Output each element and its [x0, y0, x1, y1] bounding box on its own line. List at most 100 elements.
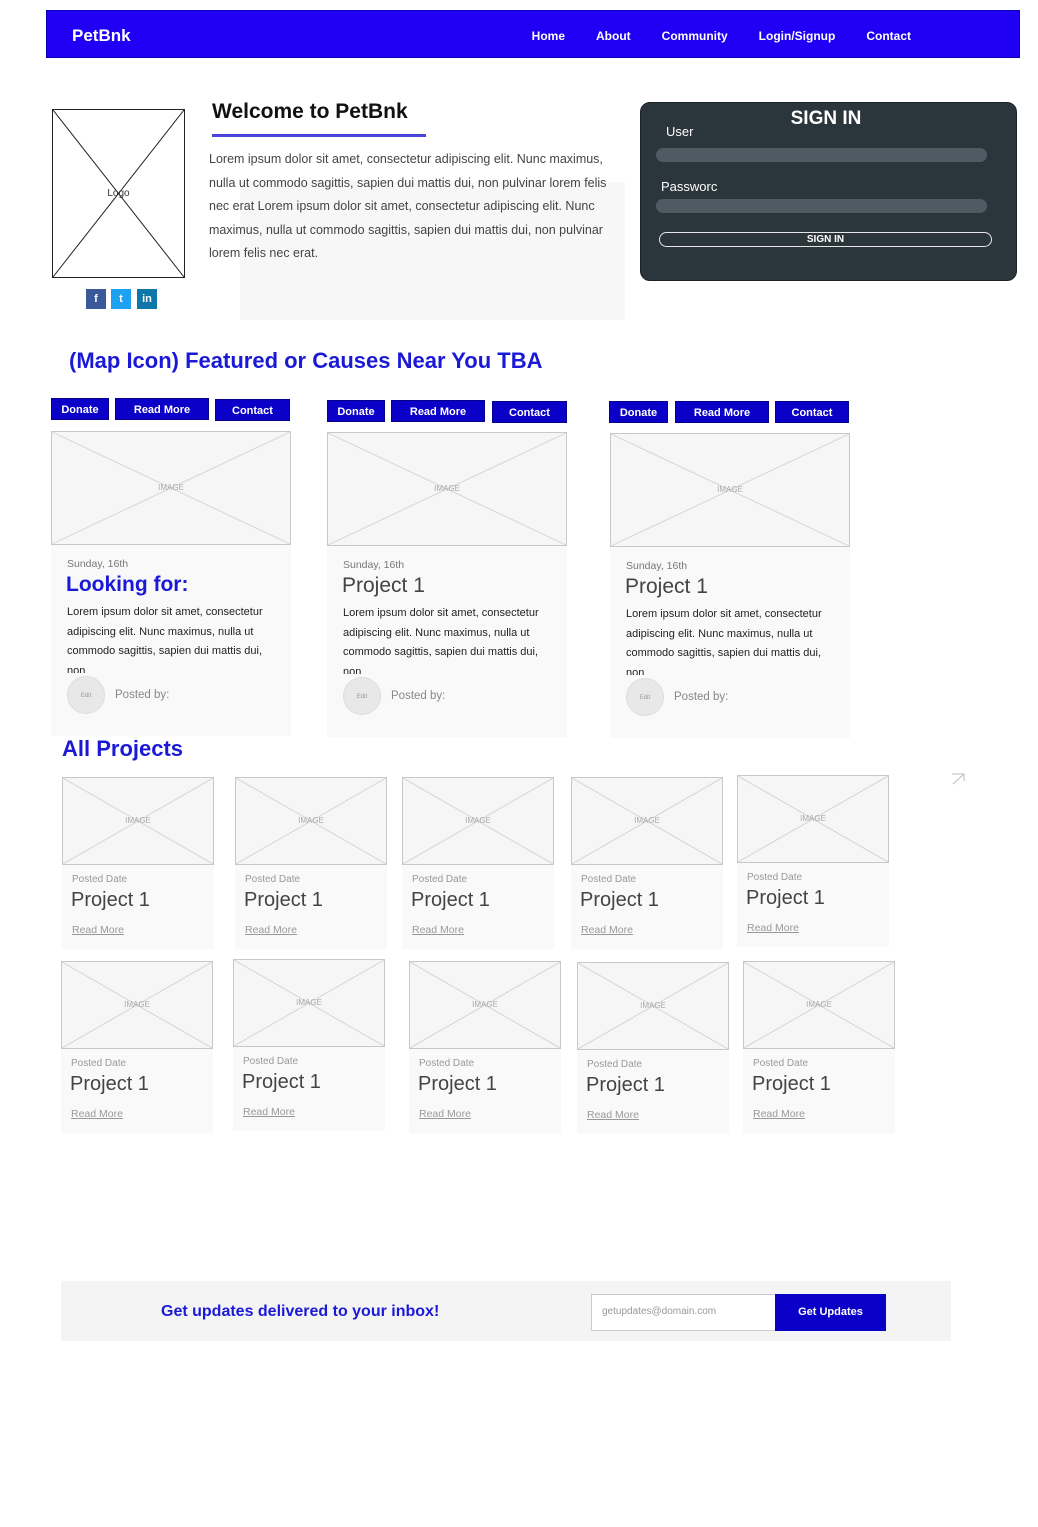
- twitter-icon[interactable]: t: [111, 289, 131, 309]
- nav-link-community[interactable]: Community: [662, 29, 728, 43]
- project-title: Project 1: [71, 889, 150, 911]
- donate-button[interactable]: Donate: [609, 401, 668, 423]
- image-label: IMAGE: [296, 998, 322, 1007]
- image-placeholder: IMAGE: [233, 959, 385, 1047]
- image-placeholder: IMAGE: [577, 962, 729, 1050]
- posted-date: Posted Date: [419, 1058, 475, 1069]
- brand-name[interactable]: PetBnk: [72, 26, 131, 46]
- project-title: Project 1: [746, 887, 825, 909]
- newsletter-text: Get updates delivered to your inbox!: [161, 1303, 440, 1320]
- donate-button[interactable]: Donate: [327, 400, 385, 422]
- contact-button[interactable]: Contact: [775, 401, 849, 423]
- linkedin-icon[interactable]: in: [137, 289, 157, 309]
- image-placeholder: IMAGE: [235, 777, 387, 865]
- card-date: Sunday, 16th: [626, 560, 688, 572]
- image-placeholder: IMAGE: [51, 431, 291, 545]
- posted-by: Posted by:: [391, 690, 446, 702]
- posted-by: Posted by:: [115, 689, 170, 701]
- featured-title: (Map Icon) Featured or Causes Near You T…: [69, 348, 543, 373]
- read-more-link[interactable]: Read More: [412, 924, 464, 936]
- welcome-title: Welcome to PetBnk: [212, 100, 408, 123]
- image-label: IMAGE: [806, 1000, 832, 1009]
- project-title: Project 1: [586, 1074, 665, 1096]
- read-more-link[interactable]: Read More: [419, 1108, 471, 1120]
- welcome-text: Lorem ipsum dolor sit amet, consectetur …: [209, 152, 607, 260]
- posted-date: Posted Date: [587, 1059, 643, 1070]
- donate-button[interactable]: Donate: [51, 398, 109, 420]
- password-field[interactable]: [656, 199, 987, 213]
- read-more-button[interactable]: Read More: [391, 400, 485, 422]
- featured-card: IMAGE Sunday, 16th Project 1 Lorem ipsum…: [610, 433, 850, 738]
- signin-button[interactable]: SIGN IN: [659, 232, 992, 247]
- posted-date: Posted Date: [747, 872, 803, 883]
- signin-panel: SIGN IN User Passworc SIGN IN: [640, 102, 1017, 281]
- read-more-link[interactable]: Read More: [587, 1109, 639, 1121]
- nav-link-login-signup[interactable]: Login/Signup: [759, 29, 836, 43]
- read-more-link[interactable]: Read More: [753, 1108, 805, 1120]
- image-label: IMAGE: [124, 1000, 150, 1009]
- project-title: Project 1: [244, 889, 323, 911]
- user-label: User: [666, 124, 694, 139]
- avatar: Edit: [343, 677, 381, 715]
- logo-placeholder: Logo: [52, 109, 185, 278]
- read-more-link[interactable]: Read More: [581, 924, 633, 936]
- card-title: Project 1: [342, 574, 425, 597]
- get-updates-button[interactable]: Get Updates: [775, 1294, 886, 1331]
- image-label: IMAGE: [434, 484, 460, 493]
- image-label: IMAGE: [465, 816, 491, 825]
- read-more-button[interactable]: Read More: [675, 401, 769, 423]
- posted-date: Posted Date: [245, 874, 301, 885]
- image-label: IMAGE: [298, 816, 324, 825]
- project-card: IMAGE Posted Date Project 1 Read More: [402, 777, 554, 949]
- posted-date: Posted Date: [72, 874, 128, 885]
- project-title: Project 1: [70, 1073, 149, 1095]
- card-body: Lorem ipsum dolor sit amet, consectetur …: [67, 606, 263, 673]
- card-body: Lorem ipsum dolor sit amet, consectetur …: [343, 607, 539, 674]
- user-field[interactable]: [656, 148, 987, 162]
- image-placeholder: IMAGE: [327, 432, 567, 546]
- project-card: IMAGE Posted Date Project 1 Read More: [737, 775, 889, 947]
- posted-by: Posted by:: [674, 691, 729, 703]
- card-body: Lorem ipsum dolor sit amet, consectetur …: [626, 608, 822, 675]
- posted-date: Posted Date: [581, 874, 637, 885]
- all-projects-title: All Projects: [62, 736, 184, 761]
- signin-title: SIGN IN: [790, 108, 862, 129]
- image-placeholder: IMAGE: [61, 961, 213, 1049]
- posted-date: Posted Date: [71, 1058, 127, 1069]
- read-more-link[interactable]: Read More: [245, 924, 297, 936]
- nav-link-home[interactable]: Home: [532, 29, 565, 43]
- project-card: IMAGE Posted Date Project 1 Read More: [62, 777, 214, 949]
- image-placeholder: IMAGE: [743, 961, 895, 1049]
- contact-button[interactable]: Contact: [492, 401, 567, 423]
- facebook-icon[interactable]: f: [86, 289, 106, 309]
- read-more-button[interactable]: Read More: [115, 398, 209, 420]
- card-date: Sunday, 16th: [67, 558, 129, 570]
- image-placeholder: IMAGE: [571, 777, 723, 865]
- avatar: Edit: [626, 678, 664, 716]
- nav-link-contact[interactable]: Contact: [866, 29, 911, 43]
- project-card: IMAGE Posted Date Project 1 Read More: [743, 961, 895, 1133]
- read-more-link[interactable]: Read More: [72, 924, 124, 936]
- image-label: IMAGE: [640, 1001, 666, 1010]
- card-date: Sunday, 16th: [343, 559, 405, 571]
- email-input[interactable]: getupdates@domain.com: [591, 1294, 777, 1331]
- nav-links: Home About Community Login/Signup Contac…: [532, 29, 911, 43]
- project-card: IMAGE Posted Date Project 1 Read More: [235, 777, 387, 949]
- welcome-underline: [212, 134, 426, 137]
- featured-card: IMAGE Sunday, 16th Project 1 Lorem ipsum…: [327, 432, 567, 737]
- project-card: IMAGE Posted Date Project 1 Read More: [409, 961, 561, 1133]
- card-title: Project 1: [625, 575, 708, 598]
- logo-label: Logo: [107, 188, 130, 199]
- contact-button[interactable]: Contact: [215, 399, 290, 421]
- image-label: IMAGE: [125, 816, 151, 825]
- image-label: IMAGE: [634, 816, 660, 825]
- read-more-link[interactable]: Read More: [243, 1106, 295, 1118]
- expand-icon[interactable]: [950, 772, 966, 786]
- image-placeholder: IMAGE: [409, 961, 561, 1049]
- project-card: IMAGE Posted Date Project 1 Read More: [577, 962, 729, 1134]
- posted-date: Posted Date: [753, 1058, 809, 1069]
- read-more-link[interactable]: Read More: [747, 922, 799, 934]
- project-title: Project 1: [580, 889, 659, 911]
- read-more-link[interactable]: Read More: [71, 1108, 123, 1120]
- nav-link-about[interactable]: About: [596, 29, 631, 43]
